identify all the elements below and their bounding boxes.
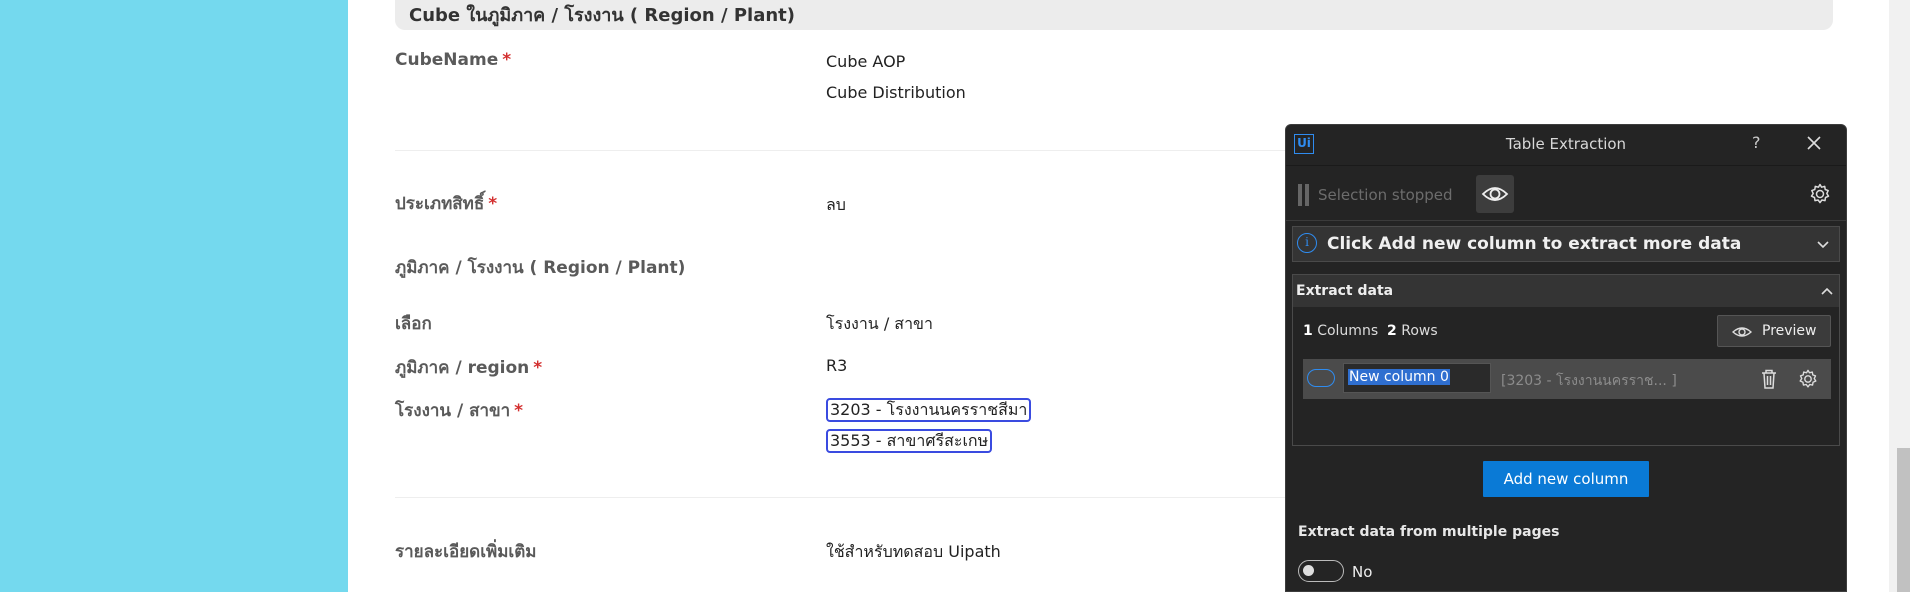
panel-title: Table Extraction [1505,135,1627,153]
column-row: New column 0 [3203 - โรงงานนครราช... ] [1303,359,1831,399]
close-button[interactable] [1804,133,1824,153]
close-icon [1807,136,1821,150]
delete-column-button[interactable] [1759,368,1779,390]
preview-label: Preview [1762,323,1817,339]
eye-icon [1481,187,1509,201]
selection-status: Selection stopped [1318,186,1453,204]
rows-count: 2 [1387,323,1397,339]
column-settings-button[interactable] [1797,368,1819,390]
gear-icon [1810,183,1830,204]
section-header: Cube ในภูมิภาค / โรงงาน ( Region / Plant… [395,0,1833,30]
details-value: ใช้สำหรับทดสอบ Uipath [826,542,1001,561]
chevron-up-icon[interactable] [1819,283,1835,299]
pause-icon[interactable] [1298,184,1310,206]
required-mark: * [502,50,512,70]
multi-page-label: Extract data from multiple pages [1298,524,1560,540]
select-value: โรงงาน / สาขา [826,314,933,333]
settings-button[interactable] [1808,182,1832,206]
columns-count: 1 [1303,323,1313,339]
column-sample-value: [3203 - โรงงานนครราช... ] [1501,373,1677,389]
eye-icon [1732,327,1752,337]
column-visibility-toggle[interactable] [1307,369,1335,387]
region-label: ภูมิภาค / region * [395,358,543,378]
help-button[interactable]: ? [1752,133,1761,152]
cube-value-2: Cube Distribution [826,83,966,102]
plant-label: โรงงาน / สาขา * [395,401,524,421]
highlight-toggle-button[interactable] [1476,175,1514,213]
select-label: เลือก [395,314,432,334]
permission-type-label: ประเภทสิทธิ์ * [395,194,498,214]
columns-label: Columns [1317,323,1379,339]
add-new-column-button[interactable]: Add new column [1483,461,1649,497]
plant-value-1[interactable]: 3203 - โรงงานนครราชสีมา [826,398,1032,422]
section-title: Cube ในภูมิภาค / โรงงาน ( Region / Plant… [409,5,795,26]
required-mark: * [488,194,498,214]
column-row-counts: 1 Columns 2 Rows [1303,323,1438,339]
left-background-strip [0,0,348,592]
permission-type-value: ลบ [826,195,846,214]
plant-value-2[interactable]: 3553 - สาขาศรีสะเกษ [826,429,993,453]
scrollbar-thumb[interactable] [1897,448,1910,592]
cube-name-label: CubeName * [395,50,512,70]
cube-value-1: Cube AOP [826,52,906,71]
rows-label: Rows [1401,323,1438,339]
table-extraction-panel: Ui Table Extraction ? Selection stopped … [1285,124,1847,592]
region-plant-heading: ภูมิภาค / โรงงาน ( Region / Plant) [395,258,686,278]
panel-toolbar: Selection stopped [1286,165,1846,221]
preview-button[interactable]: Preview [1717,315,1831,347]
multi-page-toggle[interactable] [1298,560,1344,582]
trash-icon [1762,369,1776,389]
extract-data-header[interactable]: Extract data [1293,275,1839,307]
info-icon: i [1297,233,1317,253]
details-label: รายละเอียดเพิ่มเติม [395,542,537,562]
column-name-input[interactable]: New column 0 [1343,363,1491,393]
region-value: R3 [826,356,848,375]
chevron-down-icon[interactable] [1815,237,1831,253]
gear-icon [1799,369,1817,388]
required-mark: * [514,401,524,421]
extract-data-title: Extract data [1296,283,1394,299]
multi-page-toggle-label: No [1352,563,1373,581]
info-banner[interactable]: i Click Add new column to extract more d… [1292,226,1840,262]
required-mark: * [533,358,543,378]
panel-titlebar[interactable]: Ui Table Extraction ? [1286,125,1846,165]
extract-data-section: Extract data 1 Columns 2 Rows Preview Ne… [1292,274,1840,446]
info-message: Click Add new column to extract more dat… [1327,234,1742,254]
